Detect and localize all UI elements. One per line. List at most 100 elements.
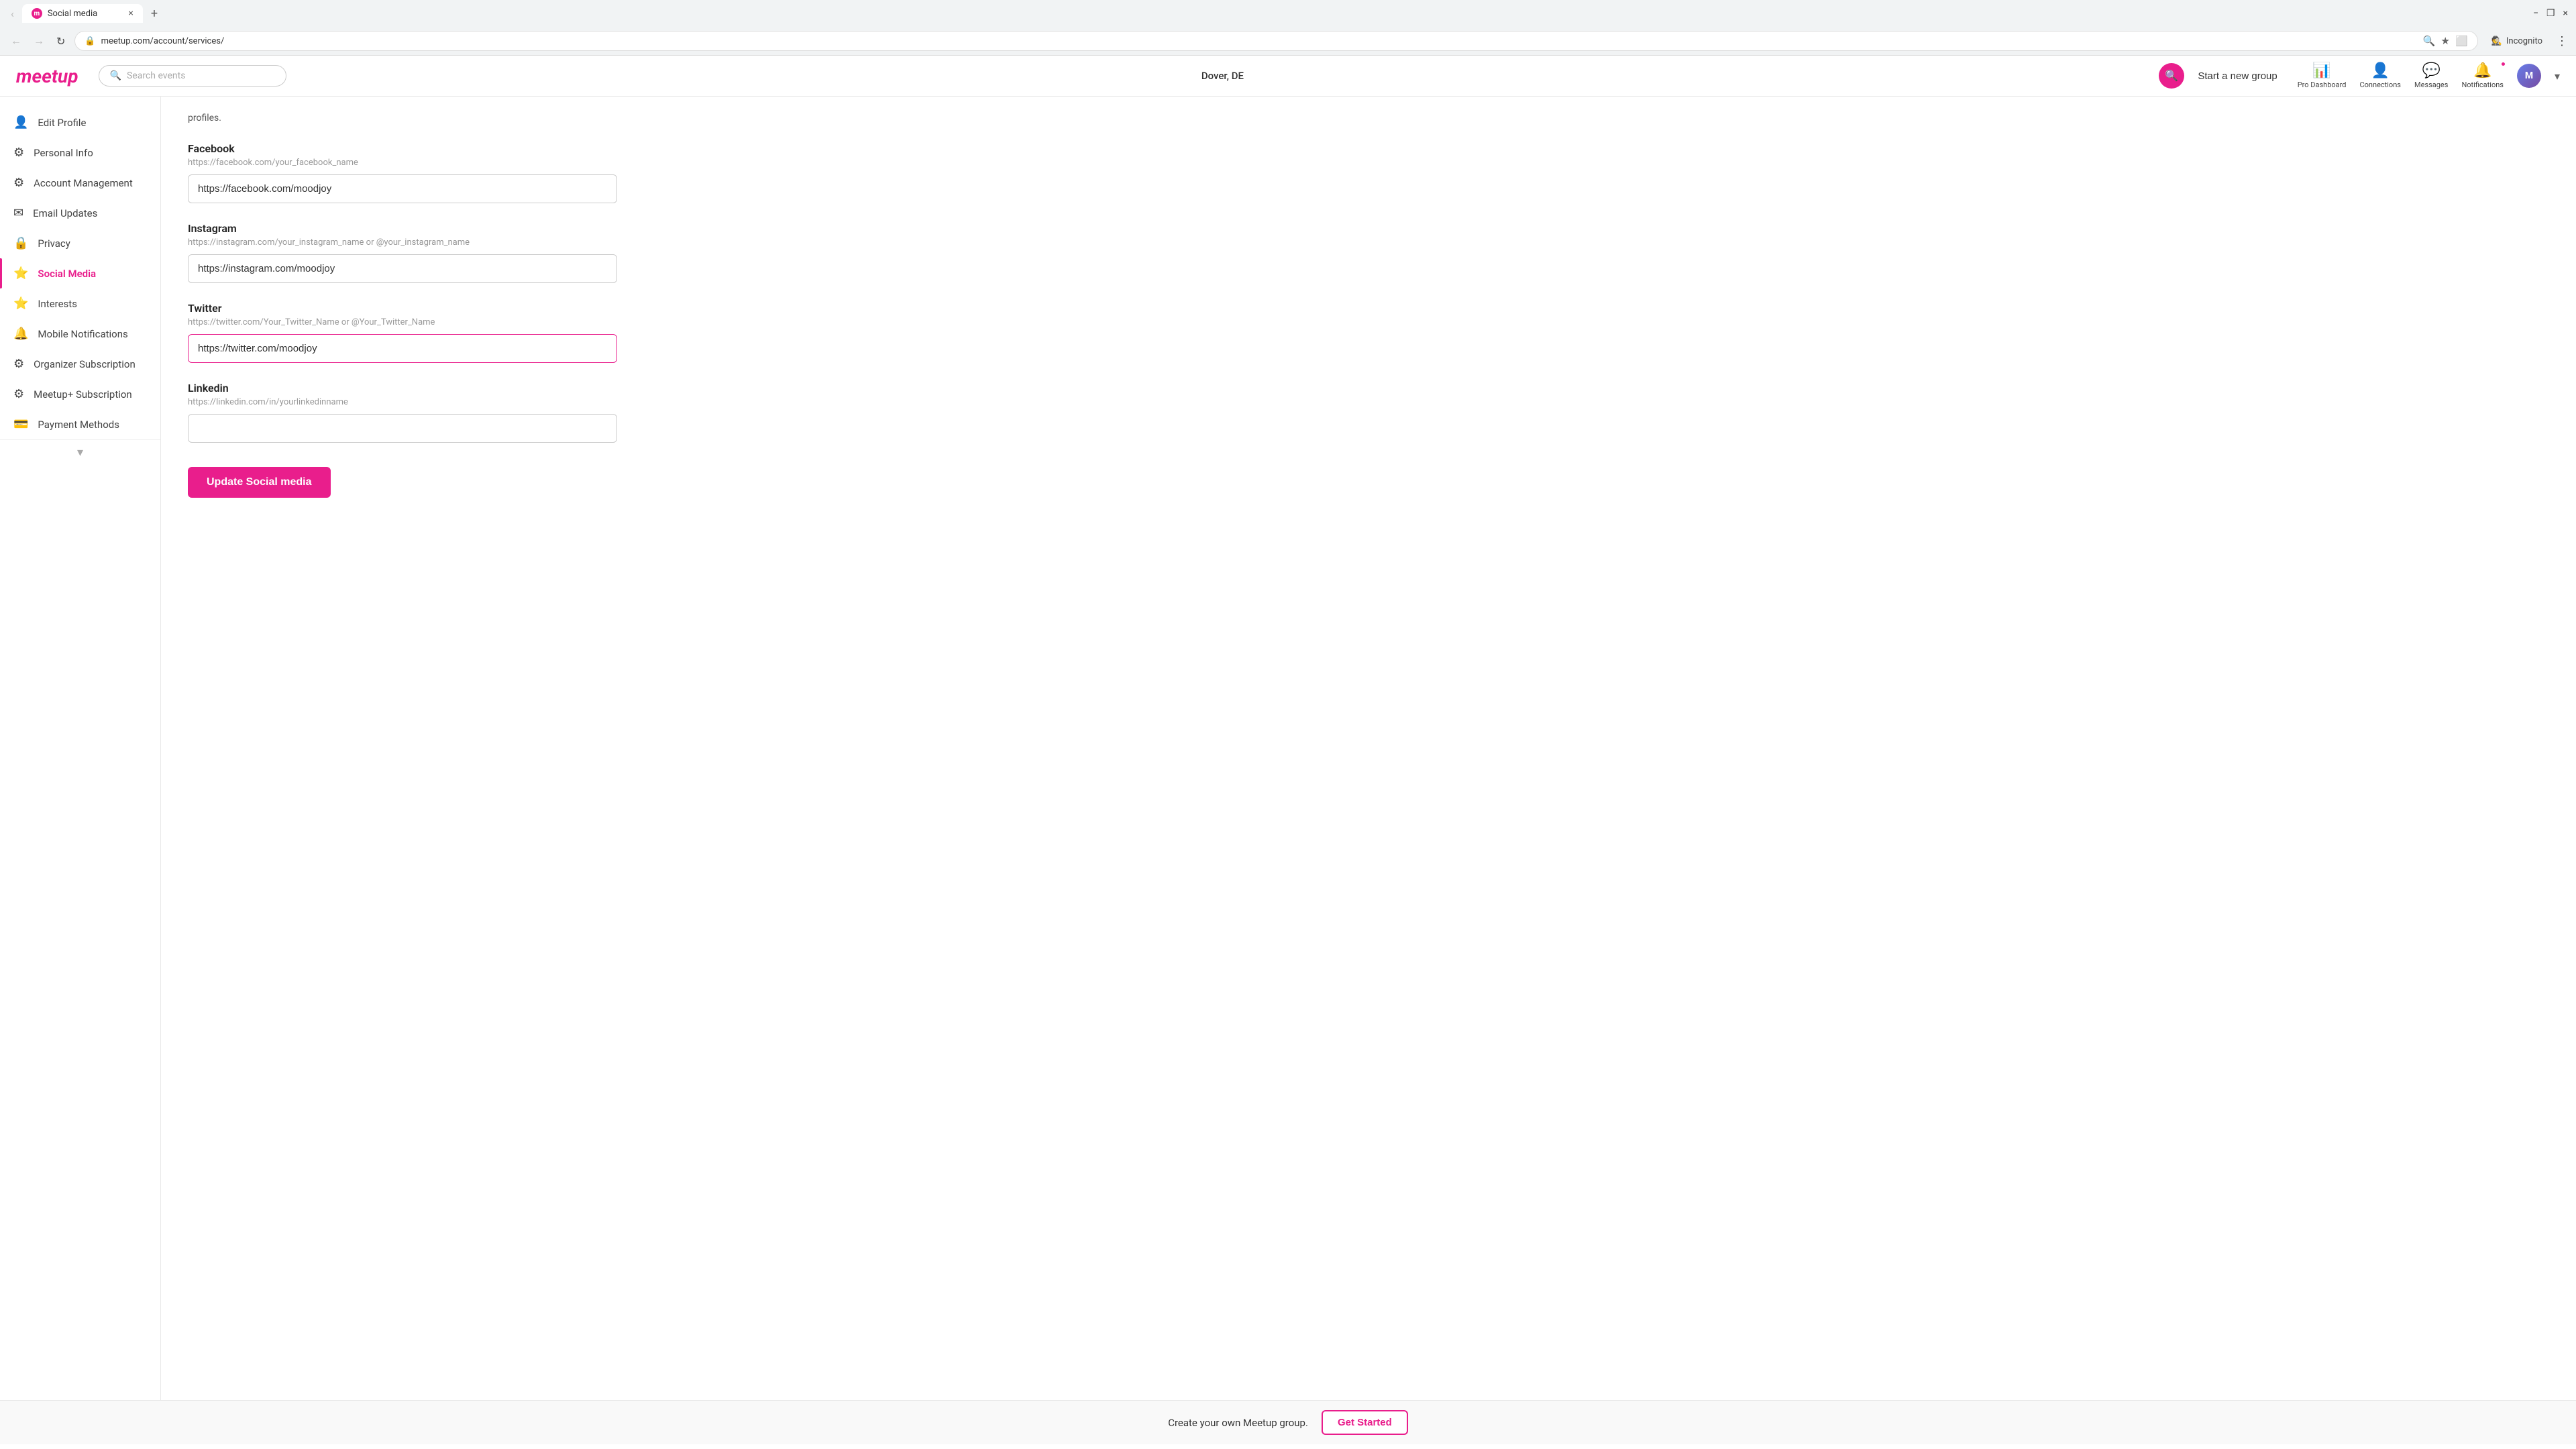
- privacy-icon: 🔒: [13, 236, 28, 250]
- window-restore-btn[interactable]: ❐: [2546, 8, 2555, 19]
- start-group-btn[interactable]: Start a new group: [2198, 70, 2277, 82]
- sidebar-label-interests: Interests: [38, 298, 77, 310]
- browser-menu-btn[interactable]: ⋮: [2556, 34, 2568, 48]
- tab-close-btn[interactable]: ×: [128, 8, 133, 19]
- linkedin-hint: https://linkedin.com/in/yourlinkedinname: [188, 397, 2549, 407]
- sidebar-label-account-management: Account Management: [34, 177, 133, 189]
- messages-label: Messages: [2414, 80, 2448, 89]
- browser-tab[interactable]: m Social media ×: [22, 4, 143, 23]
- meetup-plus-icon: ⚙: [13, 387, 24, 401]
- nav-pro-dashboard[interactable]: 📊 Pro Dashboard: [2298, 62, 2347, 89]
- footer-text: Create your own Meetup group.: [1168, 1417, 1308, 1429]
- sidebar-item-account-management[interactable]: ⚙ Account Management: [0, 168, 160, 198]
- tab-chevron[interactable]: ‹: [8, 5, 17, 23]
- messages-icon: 💬: [2422, 62, 2440, 79]
- avatar-dropdown-icon[interactable]: ▾: [2555, 70, 2560, 83]
- forward-btn[interactable]: →: [31, 32, 47, 50]
- location-display: Dover, DE: [300, 70, 2146, 82]
- window-minimize-btn[interactable]: −: [2533, 8, 2538, 19]
- refresh-btn[interactable]: ↻: [54, 32, 68, 50]
- nav-notifications[interactable]: 🔔 Notifications: [2461, 62, 2504, 89]
- search-magnifier-icon: 🔍: [110, 70, 121, 81]
- window-close-btn[interactable]: ×: [2563, 8, 2568, 19]
- social-media-icon: ⭐: [13, 266, 28, 280]
- search-icon[interactable]: 🔍: [2423, 35, 2436, 47]
- sidebar-item-interests[interactable]: ⭐ Interests: [0, 288, 160, 319]
- pro-dashboard-icon: 📊: [2312, 62, 2330, 79]
- footer-banner: Create your own Meetup group. Get Starte…: [0, 1400, 2576, 1444]
- footer-get-started-btn[interactable]: Get Started: [1322, 1410, 1408, 1435]
- sidebar-item-mobile-notifications[interactable]: 🔔 Mobile Notifications: [0, 319, 160, 349]
- sidebar-label-organizer-subscription: Organizer Subscription: [34, 358, 136, 370]
- app-wrapper: meetup 🔍 Search events Dover, DE 🔍 Start…: [0, 56, 2576, 1444]
- sidebar-label-payment-methods: Payment Methods: [38, 419, 119, 431]
- sidebar: 👤 Edit Profile ⚙ Personal Info ⚙ Account…: [0, 97, 161, 1400]
- address-bar[interactable]: 🔒 meetup.com/account/services/ 🔍 ★ ⬜: [74, 31, 2477, 51]
- new-tab-btn[interactable]: +: [151, 7, 158, 21]
- search-bar[interactable]: 🔍 Search events: [99, 65, 286, 87]
- sidebar-scroll-indicator: ▾: [0, 439, 160, 465]
- nav-messages[interactable]: 💬 Messages: [2414, 62, 2448, 89]
- twitter-input[interactable]: [188, 334, 617, 363]
- twitter-hint: https://twitter.com/Your_Twitter_Name or…: [188, 317, 2549, 327]
- meetup-logo[interactable]: meetup: [16, 65, 78, 87]
- instagram-form-group: Instagram https://instagram.com/your_ins…: [188, 222, 2549, 283]
- user-avatar[interactable]: M: [2517, 64, 2541, 88]
- sidebar-label-personal-info: Personal Info: [34, 147, 93, 159]
- sidebar-item-meetup-plus[interactable]: ⚙ Meetup+ Subscription: [0, 379, 160, 409]
- navbar: meetup 🔍 Search events Dover, DE 🔍 Start…: [0, 56, 2576, 97]
- notifications-label: Notifications: [2461, 80, 2504, 89]
- sidebar-label-meetup-plus: Meetup+ Subscription: [34, 388, 132, 400]
- extensions-icon[interactable]: ⬜: [2455, 35, 2468, 47]
- edit-profile-icon: 👤: [13, 115, 28, 129]
- browser-titlebar: ‹ m Social media × + − ❐ ×: [0, 0, 2576, 27]
- sidebar-item-social-media[interactable]: ⭐ Social Media: [0, 258, 160, 288]
- sidebar-label-privacy: Privacy: [38, 237, 70, 250]
- instagram-label: Instagram: [188, 222, 2549, 235]
- sidebar-item-edit-profile[interactable]: 👤 Edit Profile: [0, 107, 160, 138]
- twitter-form-group: Twitter https://twitter.com/Your_Twitter…: [188, 302, 2549, 363]
- linkedin-label: Linkedin: [188, 382, 2549, 394]
- email-updates-icon: ✉: [13, 206, 23, 220]
- sidebar-label-email-updates: Email Updates: [33, 207, 97, 219]
- notifications-icon: 🔔: [2473, 62, 2491, 79]
- connections-label: Connections: [2359, 80, 2400, 89]
- tab-favicon: m: [32, 8, 42, 19]
- sidebar-item-email-updates[interactable]: ✉ Email Updates: [0, 198, 160, 228]
- nav-icons: 📊 Pro Dashboard 👤 Connections 💬 Messages…: [2298, 62, 2560, 89]
- mobile-notifications-icon: 🔔: [13, 327, 28, 341]
- incognito-icon: 🕵️: [2491, 36, 2502, 46]
- search-placeholder-text: Search events: [127, 70, 185, 81]
- twitter-label: Twitter: [188, 302, 2549, 315]
- sidebar-label-mobile-notifications: Mobile Notifications: [38, 328, 127, 340]
- avatar-text: M: [2525, 70, 2533, 81]
- url-display: meetup.com/account/services/: [101, 36, 2418, 46]
- bookmark-icon[interactable]: ★: [2441, 35, 2450, 47]
- account-management-icon: ⚙: [13, 176, 24, 190]
- sidebar-label-social-media: Social Media: [38, 268, 96, 280]
- linkedin-input[interactable]: [188, 414, 617, 443]
- organizer-subscription-icon: ⚙: [13, 357, 24, 371]
- tab-title: Social media: [48, 9, 97, 19]
- update-social-media-btn[interactable]: Update Social media: [188, 467, 331, 498]
- facebook-label: Facebook: [188, 142, 2549, 155]
- incognito-label: Incognito: [2506, 36, 2542, 46]
- section-intro-text: profiles.: [188, 113, 2549, 123]
- linkedin-form-group: Linkedin https://linkedin.com/in/yourlin…: [188, 382, 2549, 443]
- sidebar-item-organizer-subscription[interactable]: ⚙ Organizer Subscription: [0, 349, 160, 379]
- back-btn[interactable]: ←: [8, 32, 24, 50]
- facebook-input[interactable]: [188, 174, 617, 203]
- search-submit-btn[interactable]: 🔍: [2159, 63, 2184, 89]
- sidebar-item-personal-info[interactable]: ⚙ Personal Info: [0, 138, 160, 168]
- nav-connections[interactable]: 👤 Connections: [2359, 62, 2400, 89]
- sidebar-item-privacy[interactable]: 🔒 Privacy: [0, 228, 160, 258]
- search-btn-icon: 🔍: [2165, 69, 2178, 83]
- personal-info-icon: ⚙: [13, 146, 24, 160]
- pro-dashboard-label: Pro Dashboard: [2298, 80, 2347, 89]
- connections-icon: 👤: [2371, 62, 2390, 79]
- sidebar-item-payment-methods[interactable]: 💳 Payment Methods: [0, 409, 160, 439]
- window-controls: − ❐ ×: [2533, 8, 2568, 19]
- address-bar-icons: 🔍 ★ ⬜: [2423, 35, 2468, 47]
- instagram-input[interactable]: [188, 254, 617, 283]
- payment-methods-icon: 💳: [13, 417, 28, 431]
